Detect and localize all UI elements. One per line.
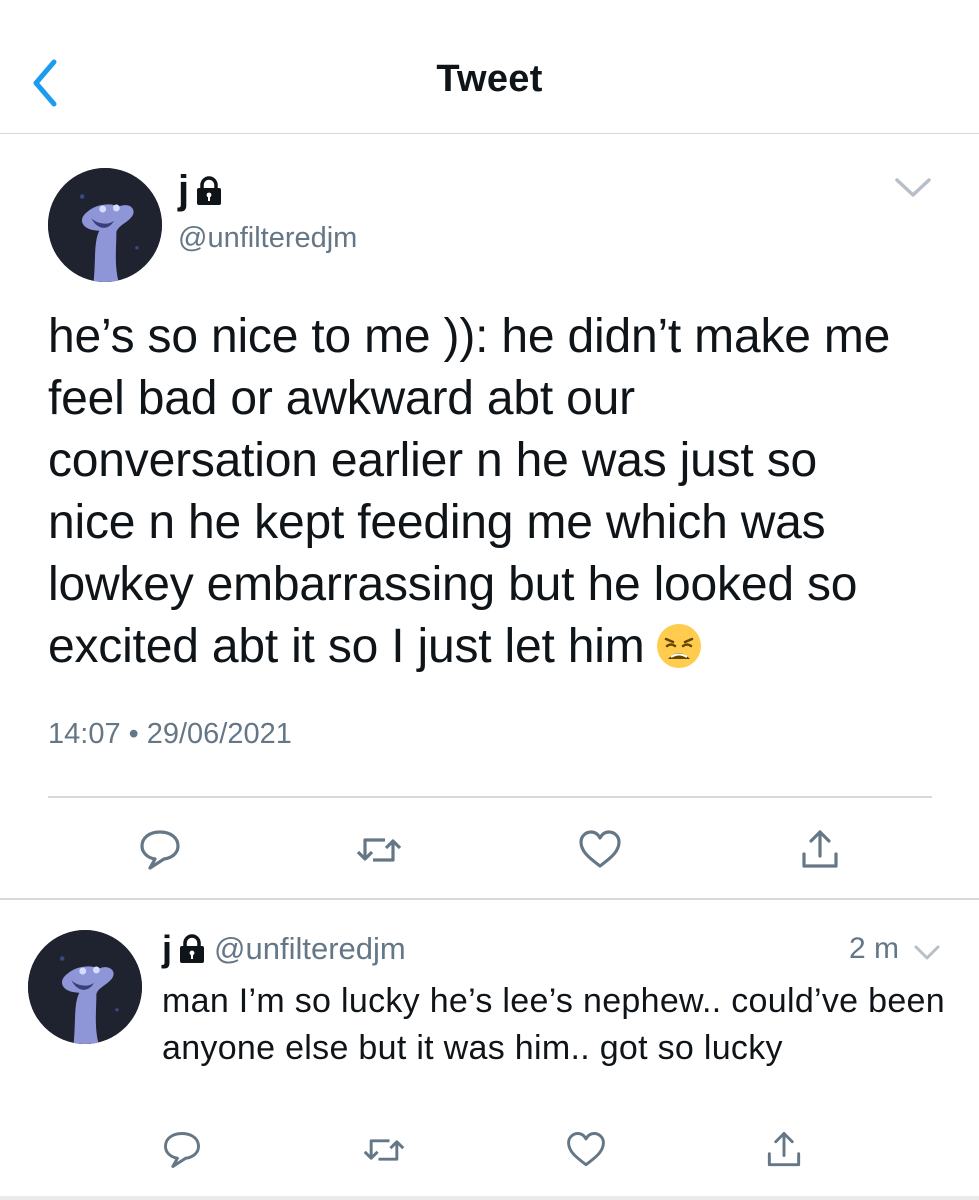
avatar[interactable] [48,168,162,282]
page-title: Tweet [436,58,543,100]
tweet-time: 14:07 [48,718,121,750]
tweet-date: 29/06/2021 [146,718,292,750]
weary-face-emoji-icon [656,624,701,668]
reply-display-name[interactable]: j [162,928,206,970]
display-name[interactable]: j [178,168,223,213]
chevron-down-icon[interactable] [893,176,933,200]
share-icon[interactable] [762,1128,806,1172]
lock-icon [180,934,205,963]
like-icon[interactable] [576,826,624,874]
chevron-down-icon[interactable] [913,944,941,962]
avatar-image [48,168,162,282]
tweet-text: he’s so nice to me )): he didn’t make me… [48,306,948,678]
top-bar: Tweet [0,0,979,134]
reply-header: j @unfilteredjm [162,928,406,970]
lock-icon [197,175,222,205]
handle[interactable]: @unfilteredjm [178,222,357,255]
divider [0,898,979,900]
display-name-text: j [162,928,173,969]
bottom-divider [0,1196,979,1200]
avatar-image [28,930,142,1044]
reply-time: 2 m [848,932,899,965]
separator-dot: • [128,718,139,750]
reply-icon[interactable] [160,1128,204,1172]
retweet-icon[interactable] [355,826,403,874]
reply-handle[interactable]: @unfilteredjm [214,931,406,967]
tweet-text-body: he’s so nice to me )): he didn’t make me… [48,310,891,673]
retweet-icon[interactable] [362,1128,406,1172]
like-icon[interactable] [564,1128,608,1172]
divider [48,796,932,798]
reply-text: man I’m so lucky he’s lee’s nephew.. cou… [162,982,945,1067]
reply-icon[interactable] [136,826,184,874]
display-name-text: j [178,168,190,212]
share-icon[interactable] [796,826,844,874]
reply-avatar[interactable] [28,930,142,1044]
tweet-timestamp: 14:07 • 29/06/2021 [48,718,292,751]
